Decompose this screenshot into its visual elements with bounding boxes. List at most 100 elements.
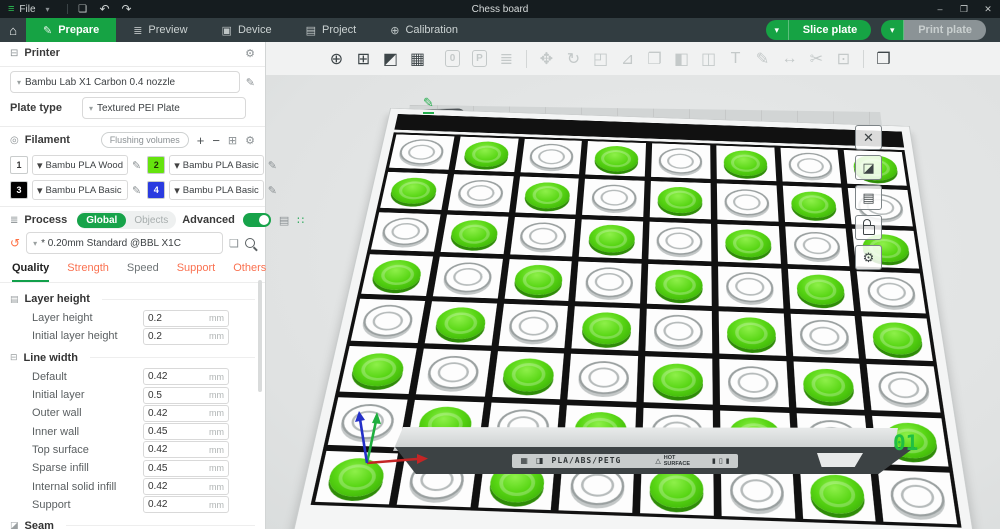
board-cell[interactable]	[424, 301, 497, 346]
remove-filament-button[interactable]: −	[212, 133, 220, 148]
board-cell[interactable]	[799, 467, 876, 522]
filament-select[interactable]: ▾ Bambu PLA Basic	[169, 180, 264, 200]
minimize-icon[interactable]: –	[928, 4, 952, 14]
rotate-icon[interactable]: ↻	[560, 45, 587, 72]
param-input[interactable]: 0.45 mm	[143, 459, 229, 477]
undo-icon[interactable]: ↶	[94, 2, 116, 16]
board-cell[interactable]	[567, 353, 639, 402]
add-plate-icon[interactable]: ⊞	[350, 45, 377, 72]
measure-icon[interactable]: ↔	[776, 45, 803, 72]
process-tab-others[interactable]: Others	[233, 262, 266, 282]
plate-settings-icon[interactable]: ⚙	[855, 245, 882, 270]
filament-select[interactable]: ▾ Bambu PLA Wood	[32, 155, 128, 175]
board-cell[interactable]	[579, 218, 644, 259]
add-object-icon[interactable]: ⊕	[323, 45, 350, 72]
board-cell[interactable]	[498, 303, 569, 349]
board-cell[interactable]	[649, 181, 711, 219]
assembly-view-icon[interactable]: ≣	[493, 45, 520, 72]
board-cell[interactable]	[719, 359, 789, 407]
arrange-plate-icon[interactable]: ▤	[855, 185, 882, 210]
board-cell[interactable]	[454, 136, 519, 173]
param-input[interactable]: 0.45 mm	[143, 423, 229, 441]
cut-icon[interactable]: ✂	[803, 45, 830, 72]
board-cell[interactable]	[717, 266, 783, 309]
file-menu-chevron-icon[interactable]: ▾	[41, 5, 55, 14]
arrange-all-icon[interactable]: ▦	[404, 45, 431, 72]
filament-swatch[interactable]: 3	[10, 181, 28, 199]
paste-icon[interactable]: P	[466, 45, 493, 72]
print-plate-button[interactable]: ▾ Print plate	[881, 20, 986, 40]
file-menu[interactable]: File	[19, 4, 35, 15]
sidebar-scrollbar[interactable]	[258, 280, 262, 392]
search-icon[interactable]	[245, 238, 255, 248]
board-cell[interactable]	[792, 361, 865, 410]
tab-prepare[interactable]: ✎ Prepare	[26, 18, 117, 42]
param-input[interactable]: 0.42 mm	[143, 404, 229, 422]
board-cell[interactable]	[361, 254, 433, 296]
board-cell[interactable]	[440, 214, 508, 254]
board-cell[interactable]	[861, 316, 933, 362]
slice-plate-button[interactable]: ▾ Slice plate	[765, 20, 872, 40]
param-input[interactable]: 0.2 mm	[143, 309, 229, 327]
filament-settings-gear-icon[interactable]: ⚙	[245, 134, 255, 147]
global-objects-toggle[interactable]: Global Objects	[77, 211, 177, 229]
color-paint-icon[interactable]: ✎	[749, 45, 776, 72]
auto-orient-icon[interactable]: ◩	[377, 45, 404, 72]
board-cell[interactable]	[648, 221, 712, 262]
text-tool-icon[interactable]: T	[722, 45, 749, 72]
printer-settings-gear-icon[interactable]: ⚙	[245, 47, 255, 60]
printer-model-select[interactable]: ▾ Bambu Lab X1 Carbon 0.4 nozzle	[10, 71, 240, 93]
print-options-chevron-icon[interactable]: ▾	[881, 20, 905, 40]
advanced-toggle[interactable]	[242, 213, 271, 227]
param-input[interactable]: 0.5 mm	[143, 386, 229, 404]
filament-select[interactable]: ▾ Bambu PLA Basic	[32, 180, 128, 200]
tab-project[interactable]: ▤ Project	[289, 18, 374, 42]
viewport-3d[interactable]: Bambu ▦ ◨ PLA/ABS/PETG △ HOT SURFACE ▮	[265, 75, 1000, 529]
board-cell[interactable]	[520, 138, 583, 175]
filament-edit-icon[interactable]: ✎	[268, 184, 277, 197]
redo-icon[interactable]: ↷	[116, 2, 138, 16]
param-input[interactable]: 0.42 mm	[143, 496, 229, 514]
param-input[interactable]: 0.42 mm	[143, 478, 229, 496]
chess-board-object[interactable]	[288, 107, 981, 529]
board-cell[interactable]	[504, 258, 572, 301]
board-cell[interactable]	[370, 211, 441, 252]
board-cell[interactable]	[651, 143, 711, 180]
process-tab-speed[interactable]: Speed	[127, 262, 159, 282]
mesh-boolean-icon[interactable]: ◫	[695, 45, 722, 72]
board-cell[interactable]	[582, 178, 645, 217]
board-cell[interactable]	[432, 256, 503, 299]
hamburger-icon[interactable]: ≡	[8, 3, 14, 15]
filament-edit-icon[interactable]: ✎	[132, 184, 141, 197]
board-cell[interactable]	[856, 271, 926, 314]
ams-sync-icon[interactable]: ⊞	[228, 134, 237, 147]
copy-icon[interactable]: 0	[439, 45, 466, 72]
add-filament-button[interactable]: +	[197, 133, 205, 148]
slice-options-chevron-icon[interactable]: ▾	[765, 20, 789, 40]
restore-icon[interactable]: ❐	[952, 4, 976, 15]
board-cell[interactable]	[585, 141, 647, 177]
save-preset-icon[interactable]: ❏	[229, 237, 239, 250]
board-cell[interactable]	[380, 172, 448, 210]
objects-table-icon[interactable]: ∷	[297, 214, 304, 227]
filament-swatch[interactable]: 2	[147, 156, 166, 174]
process-tab-strength[interactable]: Strength	[67, 262, 109, 282]
board-cell[interactable]	[447, 174, 514, 212]
board-cell[interactable]	[350, 298, 425, 344]
edit-plate-name-icon[interactable]: ✎	[423, 95, 434, 114]
param-input[interactable]: 0.42 mm	[143, 441, 229, 459]
board-cell[interactable]	[491, 351, 565, 399]
process-tab-quality[interactable]: Quality	[12, 262, 50, 282]
board-cell[interactable]	[718, 311, 786, 357]
flushing-volumes-button[interactable]: Flushing volumes	[100, 132, 189, 148]
split-to-objects-icon[interactable]: ❐	[641, 45, 668, 72]
filament-swatch[interactable]: 4	[147, 181, 166, 199]
split-window-icon[interactable]: ❒	[870, 45, 897, 72]
board-cell[interactable]	[717, 223, 781, 264]
board-cell[interactable]	[780, 147, 842, 184]
tab-device[interactable]: ▣ Device	[205, 18, 289, 42]
orient-plate-icon[interactable]: ◪	[855, 155, 882, 180]
board-cell[interactable]	[415, 348, 491, 397]
fit-frame-icon[interactable]: ⊡	[830, 45, 857, 72]
board-cell[interactable]	[790, 313, 860, 359]
